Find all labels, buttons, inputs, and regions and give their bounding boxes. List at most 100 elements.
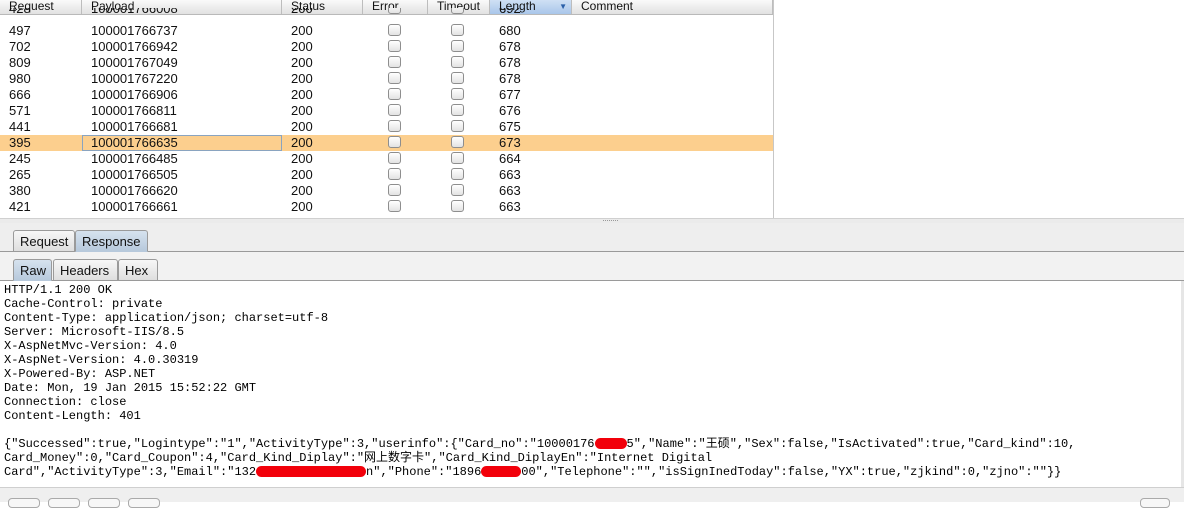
table-row[interactable]: 428 100001766008 200 692 (0, 8, 773, 23)
timeout-checkbox[interactable] (451, 8, 464, 14)
error-checkbox[interactable] (388, 200, 401, 212)
cell-status: 200 (291, 87, 313, 102)
header-line: Server: Microsoft-IIS/8.5 (4, 325, 185, 339)
header-line: HTTP/1.1 200 OK (4, 283, 113, 297)
results-panel: Request Payload Status Error Timeout Len… (0, 0, 1184, 218)
timeout-checkbox[interactable] (451, 120, 464, 132)
cell-request: 809 (9, 55, 31, 70)
error-checkbox[interactable] (388, 24, 401, 36)
cell-timeout (428, 119, 490, 135)
table-row[interactable]: 245 100001766485 200 664 (0, 151, 773, 167)
timeout-checkbox[interactable] (451, 72, 464, 84)
redaction-mark (594, 438, 627, 450)
error-checkbox[interactable] (388, 88, 401, 100)
cell-comment (572, 87, 773, 103)
cell-length: 663 (499, 199, 521, 214)
cell-payload: 100001766661 (91, 199, 178, 214)
error-checkbox[interactable] (388, 152, 401, 164)
redaction-mark (481, 466, 522, 478)
cell-timeout (428, 151, 490, 167)
error-checkbox[interactable] (388, 120, 401, 132)
cell-request: 265 (9, 167, 31, 182)
cell-error (363, 119, 428, 135)
cell-status: 200 (291, 167, 313, 182)
timeout-checkbox[interactable] (451, 88, 464, 100)
cell-timeout (428, 199, 490, 215)
timeout-checkbox[interactable] (451, 184, 464, 196)
timeout-checkbox[interactable] (451, 104, 464, 116)
table-row[interactable]: 441 100001766681 200 675 (0, 119, 773, 135)
toolbar-button-back[interactable] (48, 498, 80, 508)
table-row[interactable]: 666 100001766906 200 677 (0, 87, 773, 103)
table-row[interactable]: 395 100001766635 200 673 (0, 135, 773, 151)
cell-payload: 100001766681 (91, 119, 178, 134)
cell-timeout (428, 103, 490, 119)
toolbar-button-add[interactable] (88, 498, 120, 508)
cell-status: 200 (291, 199, 313, 214)
toolbar-button-matches[interactable] (1140, 498, 1170, 508)
cell-status: 200 (291, 55, 313, 70)
table-row[interactable]: 571 100001766811 200 676 (0, 103, 773, 119)
raw-response-editor[interactable]: HTTP/1.1 200 OK Cache-Control: private C… (0, 281, 1184, 487)
timeout-checkbox[interactable] (451, 136, 464, 148)
body-line-2: Card_Money":0,"Card_Coupon":4,"Card_Kind… (4, 451, 713, 465)
cell-request: 428 (9, 8, 31, 16)
cell-error (363, 87, 428, 103)
body-line-3-part-a: Card","ActivityType":3,"Email":"132 (4, 465, 257, 479)
timeout-checkbox[interactable] (451, 40, 464, 52)
cell-timeout (428, 87, 490, 103)
error-checkbox[interactable] (388, 184, 401, 196)
toolbar-button-next[interactable] (128, 498, 160, 508)
cell-length: 678 (499, 55, 521, 70)
error-checkbox[interactable] (388, 136, 401, 148)
cell-payload: 100001766505 (91, 167, 178, 182)
table-row[interactable]: 497 100001766737 200 680 (0, 23, 773, 39)
cell-payload: 100001766008 (91, 8, 178, 16)
body-line-1: {"Successed":true,"Logintype":"1","Activ… (4, 437, 1075, 451)
cell-status: 200 (291, 119, 313, 134)
tab-headers[interactable]: Headers (53, 259, 118, 281)
tab-raw[interactable]: Raw (13, 259, 52, 281)
tab-response[interactable]: Response (75, 230, 148, 252)
table-row[interactable]: 421 100001766661 200 663 (0, 199, 773, 215)
cell-status: 200 (291, 39, 313, 54)
toolbar-button-help[interactable] (8, 498, 40, 508)
response-text[interactable]: HTTP/1.1 200 OK Cache-Control: private C… (0, 281, 1184, 479)
cell-error (363, 199, 428, 215)
error-checkbox[interactable] (388, 104, 401, 116)
timeout-checkbox[interactable] (451, 168, 464, 180)
cell-request: 421 (9, 199, 31, 214)
cell-error (363, 183, 428, 199)
cell-error (363, 167, 428, 183)
timeout-checkbox[interactable] (451, 56, 464, 68)
error-checkbox[interactable] (388, 168, 401, 180)
error-checkbox[interactable] (388, 56, 401, 68)
table-row[interactable]: 380 100001766620 200 663 (0, 183, 773, 199)
header-line: Date: Mon, 19 Jan 2015 15:52:22 GMT (4, 381, 257, 395)
table-row[interactable]: 980 100001767220 200 678 (0, 71, 773, 87)
results-table[interactable]: Request Payload Status Error Timeout Len… (0, 0, 774, 218)
cell-comment (572, 103, 773, 119)
cell-error (363, 23, 428, 39)
timeout-checkbox[interactable] (451, 24, 464, 36)
cell-payload: 100001766737 (91, 23, 178, 38)
cell-comment (572, 39, 773, 55)
timeout-checkbox[interactable] (451, 200, 464, 212)
table-row[interactable]: 265 100001766505 200 663 (0, 167, 773, 183)
cell-error (363, 39, 428, 55)
error-checkbox[interactable] (388, 40, 401, 52)
cell-error (363, 103, 428, 119)
error-checkbox[interactable] (388, 72, 401, 84)
cell-status: 200 (291, 23, 313, 38)
cell-length: 663 (499, 183, 521, 198)
cell-payload: 100001767049 (91, 55, 178, 70)
tab-hex[interactable]: Hex (118, 259, 158, 281)
error-checkbox[interactable] (388, 8, 401, 14)
body-line-3: Card","ActivityType":3,"Email":"132 n","P… (4, 465, 1061, 479)
horizontal-scrollbar[interactable] (0, 487, 1184, 508)
table-row[interactable]: 702 100001766942 200 678 (0, 39, 773, 55)
cell-length: 678 (499, 71, 521, 86)
timeout-checkbox[interactable] (451, 152, 464, 164)
tab-request[interactable]: Request (13, 230, 75, 252)
table-row[interactable]: 809 100001767049 200 678 (0, 55, 773, 71)
